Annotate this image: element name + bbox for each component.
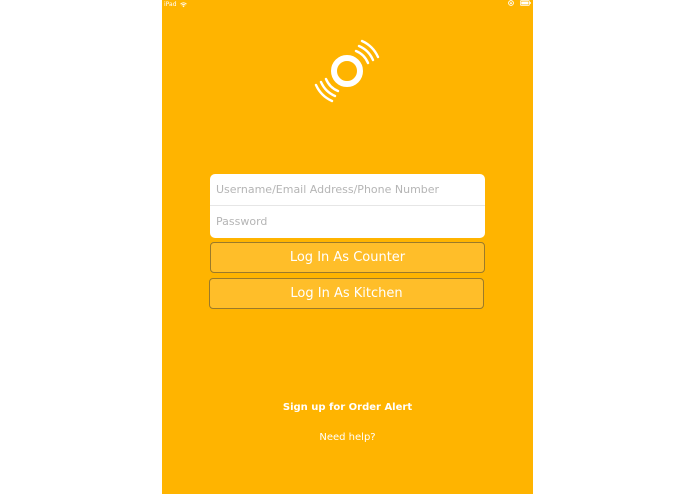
device-name: iPad: [164, 1, 177, 8]
login-form: [210, 174, 485, 238]
battery-icon: [520, 0, 531, 6]
username-input[interactable]: [210, 174, 485, 205]
login-as-counter-button[interactable]: Log In As Counter: [210, 242, 485, 273]
rotation-lock-icon: [508, 0, 514, 6]
status-bar: iPad: [162, 0, 533, 10]
status-left: iPad: [164, 0, 187, 10]
password-input[interactable]: [210, 206, 485, 237]
status-right: [508, 0, 531, 6]
wifi-icon: [179, 2, 187, 8]
app-logo-icon: [312, 38, 382, 104]
login-as-kitchen-button[interactable]: Log In As Kitchen: [209, 278, 484, 309]
signup-link[interactable]: Sign up for Order Alert: [162, 402, 533, 413]
app-screen: iPad Username/Email Address/Phone Number…: [162, 0, 533, 494]
need-help-link[interactable]: Need help?: [162, 432, 533, 443]
